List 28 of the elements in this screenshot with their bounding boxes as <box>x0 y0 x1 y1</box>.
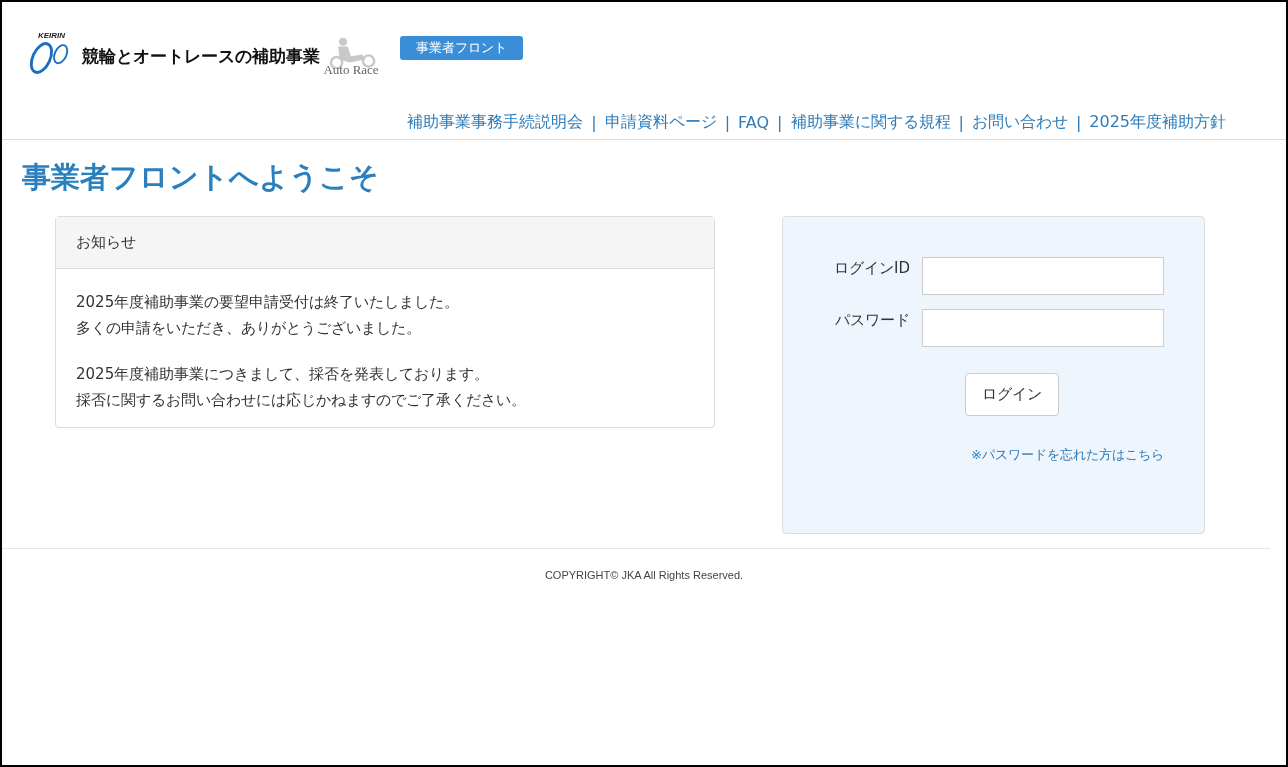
notice-text: 多くの申請をいただき、ありがとうございました。 <box>76 318 422 339</box>
notice-text: 2025年度補助事業の要望申請受付は終了いたしました。 <box>76 292 461 313</box>
logo-title: 競輪とオートレースの補助事業 <box>82 45 320 68</box>
nav-link[interactable]: お問い合わせ <box>971 112 1068 133</box>
nav-separator: | <box>777 113 783 132</box>
nav-separator: | <box>958 113 964 132</box>
nav-separator: | <box>1075 113 1082 132</box>
nav-separator: | <box>591 113 597 132</box>
nav-link[interactable]: 申請資料ページ <box>604 112 717 133</box>
nav-link[interactable]: 補助事業事務手続説明会 <box>407 112 584 133</box>
login-button[interactable]: ログイン <box>964 373 1059 416</box>
front-badge: 事業者フロント <box>400 36 523 60</box>
notice-title: お知らせ <box>56 217 714 269</box>
logo-subtitle: Auto Race <box>323 63 379 76</box>
nav-link[interactable]: 2025年度補助方針 <box>1089 112 1226 133</box>
nav-link[interactable]: 補助事業に関する規程 <box>790 112 951 133</box>
notice-text: 採否に関するお問い合わせには応じかねますのでご了承ください。 <box>76 390 527 411</box>
forgot-password-link[interactable]: ※パスワードを忘れた方はこちら <box>971 446 1164 464</box>
input-field[interactable] <box>921 257 1164 295</box>
field-label: パスワード <box>833 310 910 330</box>
nav-separator: | <box>724 113 731 132</box>
input-field[interactable] <box>921 309 1164 347</box>
page-heading: 事業者フロントへようこそ <box>22 159 380 196</box>
notice-text: 2025年度補助事業につきまして、採否を発表しております。 <box>76 364 491 385</box>
logo-kicker: KEIRIN <box>38 32 66 40</box>
field-label: ログインID <box>832 258 910 278</box>
copyright-text: COPYRIGHT© JKA All Rights Reserved. <box>544 569 744 581</box>
nav-link[interactable]: FAQ <box>738 113 770 132</box>
